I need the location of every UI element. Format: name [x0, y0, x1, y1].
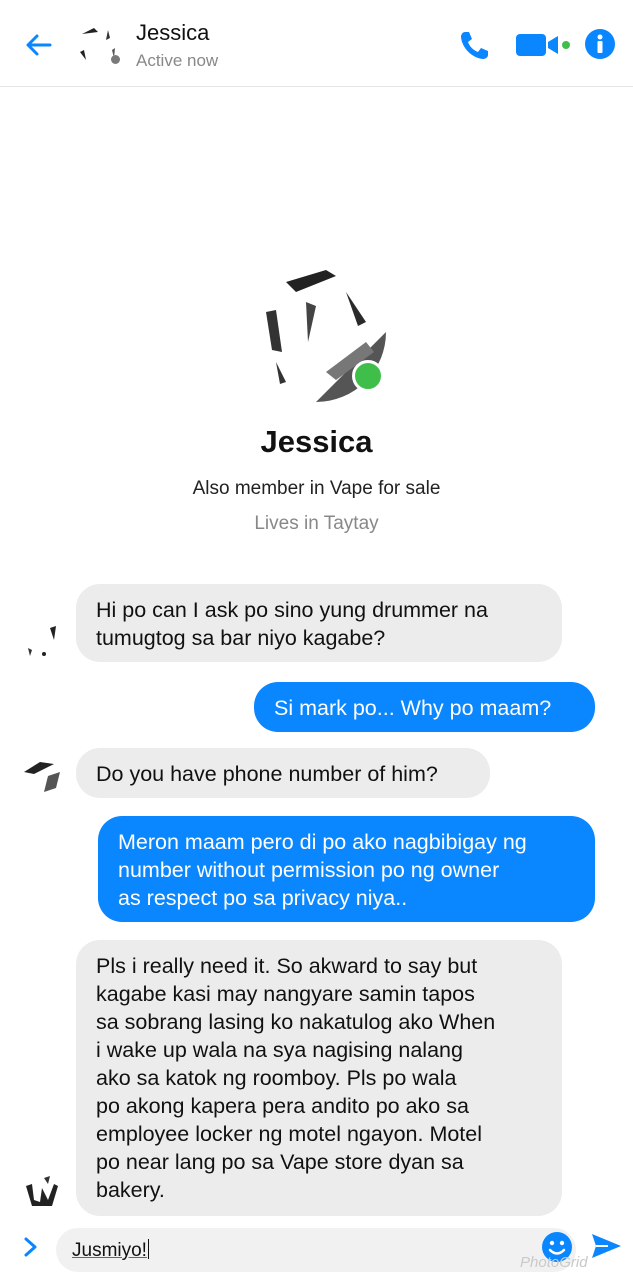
message-input[interactable]: Jusmiyo!	[56, 1228, 576, 1272]
message-line: po near lang po sa Vape store dyan sa	[96, 1150, 464, 1174]
message-line: sa sobrang lasing ko nakatulog ako When	[96, 1010, 496, 1034]
sender-avatar[interactable]	[20, 620, 64, 664]
header-status: Active now	[136, 51, 219, 70]
profile-location-line: Lives in Taytay	[254, 513, 379, 534]
message-line: ako sa katok ng roomboy. Pls po wala	[96, 1066, 457, 1090]
message-line: Do you have phone number of him?	[96, 762, 438, 786]
message-line: Hi po can I ask po sino yung drummer na	[96, 598, 488, 622]
chat-header: Jessica Active now	[0, 0, 633, 87]
message-bubble-incoming: Do you have phone number of him?	[76, 748, 490, 798]
message-line: i wake up wala na sya nagising nalang	[96, 1038, 463, 1062]
profile-name: Jessica	[260, 424, 373, 459]
online-indicator	[352, 360, 384, 392]
profile-group-line: Also member in Vape for sale	[192, 478, 441, 499]
sender-avatar[interactable]	[20, 752, 64, 796]
chevron-right-icon[interactable]	[18, 1232, 44, 1262]
message-line: po akong kapera pera andito po ako sa	[96, 1094, 469, 1118]
text-caret	[147, 1239, 150, 1259]
back-arrow-icon[interactable]	[22, 28, 56, 62]
header-contact-name: Jessica	[136, 20, 210, 45]
message-line: kagabe kasi may nangyare samin tapos	[96, 982, 475, 1006]
info-icon[interactable]	[584, 28, 616, 60]
message-line: Meron maam pero di po ako nagbibigay ng	[118, 830, 527, 854]
send-icon[interactable]	[588, 1228, 624, 1264]
message-bubble-incoming: Hi po can I ask po sino yung drummer na …	[76, 584, 562, 662]
watermark: PhotoGrid	[520, 1254, 588, 1271]
message-line: Si mark po... Why po maam?	[274, 696, 552, 720]
message-line: bakery.	[96, 1178, 165, 1202]
message-composer: Jusmiyo!	[0, 1220, 633, 1280]
message-bubble-outgoing: Si mark po... Why po maam?	[254, 682, 595, 732]
message-line: tumugtog sa bar niyo kagabe?	[96, 626, 386, 650]
message-bubble-incoming: Pls i really need it. So akward to say b…	[76, 940, 562, 1216]
message-line: number without permission po ng owner	[118, 858, 500, 882]
message-line: as respect po sa privacy niya..	[118, 886, 408, 910]
header-status-dot	[111, 55, 120, 64]
message-line: Pls i really need it. So akward to say b…	[96, 954, 478, 978]
video-icon[interactable]	[514, 30, 572, 60]
message-line: employee locker ng motel ngayon. Motel	[96, 1122, 483, 1146]
message-input-value: Jusmiyo!	[72, 1240, 147, 1261]
sender-avatar[interactable]	[20, 1170, 64, 1214]
message-bubble-outgoing: Meron maam pero di po ako nagbibigay ng …	[98, 816, 595, 922]
phone-icon[interactable]	[456, 26, 494, 64]
